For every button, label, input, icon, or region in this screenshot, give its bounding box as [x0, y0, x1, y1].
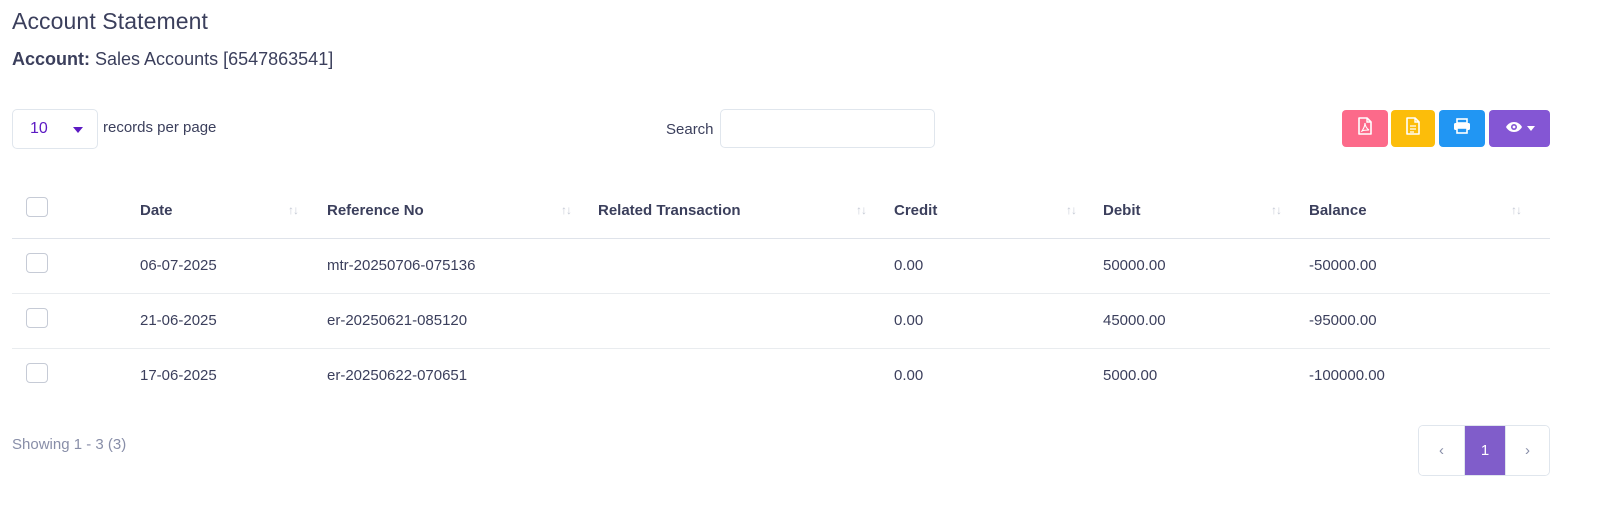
row-select-cell	[12, 348, 140, 403]
cell-credit: 0.00	[894, 238, 1103, 294]
pagination-prev-button[interactable]: ‹	[1419, 426, 1465, 475]
column-header-label: Date	[140, 201, 173, 219]
table-row: 17-06-2025 er-20250622-070651 0.00 5000.…	[12, 348, 1550, 403]
search-input[interactable]	[720, 109, 935, 148]
table-row: 21-06-2025 er-20250621-085120 0.00 45000…	[12, 293, 1550, 349]
cell-date: 17-06-2025	[140, 367, 217, 385]
csv-export-button[interactable]	[1391, 110, 1435, 147]
cell-date: 06-07-2025	[140, 238, 327, 294]
column-visibility-button[interactable]	[1489, 110, 1550, 147]
select-all-header	[12, 183, 140, 239]
printer-icon	[1453, 118, 1471, 139]
table-info: Showing 1 - 3 (3)	[12, 436, 127, 453]
sort-icon: ↑↓	[1271, 203, 1282, 217]
document-icon	[1405, 117, 1421, 140]
table-row: 06-07-2025 mtr-20250706-075136 0.00 5000…	[12, 238, 1550, 294]
records-per-page-value: 10	[30, 120, 48, 137]
sort-icon: ↑↓	[288, 203, 299, 217]
pdf-export-button[interactable]	[1342, 110, 1388, 147]
records-per-page-select[interactable]: 10	[12, 109, 98, 149]
cell-debit: 45000.00	[1103, 293, 1309, 349]
statement-table: Date ↑↓ Reference No ↑↓ Related Transact…	[12, 183, 1550, 403]
pdf-file-icon	[1357, 117, 1373, 140]
cell-related-transaction	[598, 348, 894, 403]
cell-date: 21-06-2025	[140, 293, 327, 349]
search-label: Search	[666, 121, 714, 138]
row-checkbox[interactable]	[26, 307, 48, 328]
cell-reference-no: er-20250621-085120	[327, 293, 598, 349]
row-select-cell	[12, 238, 140, 294]
row-select-cell	[12, 293, 140, 349]
account-label: Account:	[12, 49, 90, 69]
cell-debit: 5000.00	[1103, 367, 1158, 385]
cell-reference-no: mtr-20250706-075136	[327, 238, 598, 294]
records-per-page-label: records per page	[103, 119, 217, 136]
page-title: Account Statement	[12, 8, 209, 34]
column-header-label: Balance	[1309, 201, 1367, 219]
pagination-next-button[interactable]: ›	[1505, 426, 1549, 475]
pagination: ‹ 1 ›	[1418, 425, 1550, 476]
sort-icon: ↑↓	[1511, 203, 1522, 217]
column-header-balance[interactable]: Balance ↑↓	[1309, 183, 1550, 239]
row-checkbox[interactable]	[26, 362, 48, 383]
column-header-label: Related Transaction	[598, 201, 741, 219]
cell-balance: -50000.00	[1309, 238, 1550, 294]
column-header-debit[interactable]: Debit ↑↓	[1103, 183, 1309, 239]
cell-related-transaction	[598, 238, 894, 294]
cell-related-transaction	[598, 293, 894, 349]
sort-icon: ↑↓	[561, 203, 572, 217]
account-value: Sales Accounts [6547863541]	[95, 49, 334, 69]
column-header-date[interactable]: Date ↑↓	[140, 183, 327, 239]
column-header-label: Debit	[1103, 201, 1141, 219]
column-header-label: Reference No	[327, 201, 424, 219]
cell-debit: 50000.00	[1103, 238, 1309, 294]
cell-balance: -95000.00	[1309, 293, 1550, 349]
cell-credit: 0.00	[894, 367, 924, 385]
row-checkbox[interactable]	[26, 252, 48, 273]
select-all-checkbox[interactable]	[26, 197, 48, 218]
column-header-credit[interactable]: Credit ↑↓	[894, 183, 1103, 239]
chevron-down-icon	[73, 127, 83, 133]
sort-icon: ↑↓	[856, 203, 867, 217]
cell-balance: -100000.00	[1309, 367, 1385, 385]
account-line: Account: Sales Accounts [6547863541]	[12, 49, 333, 70]
chevron-down-icon	[1526, 126, 1535, 131]
table-header-row: Date ↑↓ Reference No ↑↓ Related Transact…	[12, 183, 1550, 239]
column-header-label: Credit	[894, 201, 938, 219]
cell-reference-no: er-20250622-070651	[327, 367, 468, 385]
column-header-reference-no[interactable]: Reference No ↑↓	[327, 183, 598, 239]
pagination-page-1[interactable]: 1	[1465, 426, 1505, 475]
eye-icon	[1505, 120, 1523, 138]
column-header-related-transaction[interactable]: Related Transaction ↑↓	[598, 183, 894, 239]
sort-icon: ↑↓	[1066, 203, 1077, 217]
cell-credit: 0.00	[894, 293, 1103, 349]
print-button[interactable]	[1439, 110, 1485, 147]
